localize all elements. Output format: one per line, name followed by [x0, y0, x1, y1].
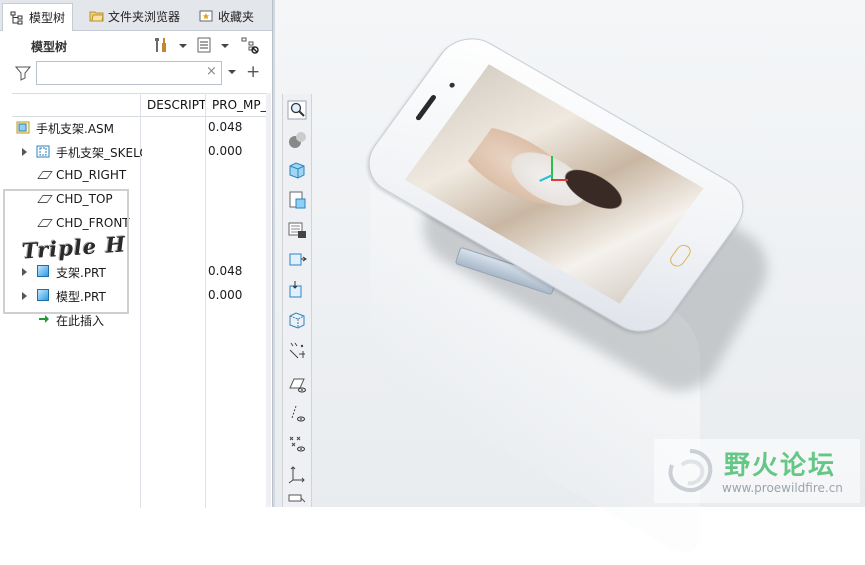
- zoom-icon[interactable]: [287, 100, 307, 120]
- search-input[interactable]: [36, 61, 222, 85]
- assembly-icon: [16, 121, 30, 134]
- model-tree-panel: 模型树 文件夹浏览器 收藏夹 模型树 × + DESCRIPT PRO_MP_ …: [0, 0, 273, 508]
- model-tree-icon: [10, 11, 24, 25]
- panel-tab-bar: 模型树 文件夹浏览器 收藏夹: [0, 0, 272, 31]
- tab-label: 收藏夹: [218, 9, 255, 24]
- phone-camera: [448, 81, 456, 89]
- tree-item-value: 0.048: [208, 120, 243, 134]
- tree-item-label: 手机支架_SKELO: [56, 146, 142, 160]
- tree-item-value: 0.000: [208, 288, 243, 302]
- csys-display-icon[interactable]: [287, 464, 307, 484]
- tab-favorites[interactable]: 收藏夹: [192, 3, 261, 29]
- logo-url: www.proewildfire.cn: [722, 481, 843, 495]
- filter-row: × +: [0, 59, 272, 89]
- tree-item-value: 0.048: [208, 264, 243, 278]
- view-toolbar: [282, 94, 312, 507]
- toolbar-title: 模型树: [31, 40, 68, 54]
- chevron-down-icon[interactable]: [228, 70, 236, 74]
- logo-title: 野火论坛: [724, 451, 837, 481]
- skeleton-icon: [36, 145, 50, 158]
- add-icon[interactable]: +: [246, 63, 260, 81]
- tab-folder-browser[interactable]: 文件夹浏览器: [82, 3, 187, 29]
- tab-label: 模型树: [29, 11, 66, 25]
- column-header-pro-mp[interactable]: PRO_MP_: [212, 98, 266, 112]
- plane-display-icon[interactable]: [287, 374, 307, 394]
- forum-logo: 野火论坛 www.proewildfire.cn: [654, 439, 860, 503]
- chevron-down-icon[interactable]: [221, 44, 229, 48]
- tree-scrollbar[interactable]: [266, 93, 271, 507]
- tree-settings-icon[interactable]: [152, 36, 170, 54]
- close-icon[interactable]: ×: [206, 65, 217, 79]
- phone-earpiece: [414, 94, 438, 122]
- datum-display-icon[interactable]: [287, 340, 307, 360]
- saved-views-icon[interactable]: [287, 160, 307, 180]
- tree-item-label: 在此插入: [56, 314, 105, 328]
- snapshot-icon[interactable]: [287, 220, 307, 240]
- tree-item-label: CHD_RIGHT: [56, 168, 127, 182]
- tree-column-header: DESCRIPT PRO_MP_: [12, 93, 266, 117]
- point-display-icon[interactable]: [287, 434, 307, 454]
- folder-browser-icon: [89, 9, 104, 23]
- insert-here-icon: [38, 313, 50, 328]
- tab-model-tree[interactable]: 模型树: [2, 3, 74, 31]
- logo-mark-icon: [664, 445, 716, 497]
- filter-icon[interactable]: [14, 65, 32, 84]
- tree-item-label: 手机支架.ASM: [36, 122, 114, 136]
- tree-row-datum-right[interactable]: CHD_RIGHT: [12, 165, 266, 187]
- tab-label: 文件夹浏览器: [108, 9, 181, 24]
- display-style-icon[interactable]: [287, 310, 307, 330]
- show-list-icon[interactable]: [195, 36, 213, 54]
- chevron-down-icon[interactable]: [179, 44, 187, 48]
- column-header-description[interactable]: DESCRIPT: [147, 98, 205, 112]
- tree-filter-columns-icon[interactable]: [240, 36, 259, 54]
- axis-display-icon[interactable]: [287, 404, 307, 424]
- coordinate-axis-x: [551, 179, 568, 181]
- appearance-icon[interactable]: [287, 130, 307, 150]
- tree-item-value: 0.000: [208, 144, 243, 158]
- reorient-icon[interactable]: [287, 250, 307, 270]
- tree-row-assembly[interactable]: 手机支架.ASM 0.048: [12, 117, 266, 139]
- tree-row-skeleton[interactable]: 手机支架_SKELO 0.000: [12, 141, 266, 163]
- favorites-icon: [199, 9, 213, 23]
- section-icon[interactable]: [287, 280, 307, 300]
- phone-home-button: [667, 242, 694, 269]
- expand-arrow-icon[interactable]: [22, 148, 27, 156]
- annotation-display-icon[interactable]: [287, 492, 307, 512]
- view-manager-icon[interactable]: [287, 190, 307, 210]
- datum-plane-icon: [37, 171, 53, 179]
- tree-toolbar: 模型树: [0, 31, 272, 59]
